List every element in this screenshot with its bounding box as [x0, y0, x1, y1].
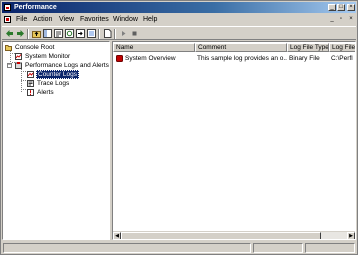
- back-arrow-icon[interactable]: [5, 29, 14, 38]
- scroll-right-button[interactable]: ▶: [347, 232, 355, 239]
- menu-favorites[interactable]: Favorites: [80, 15, 109, 24]
- tree-item-label: Trace Logs: [37, 80, 70, 87]
- column-header-name[interactable]: Name: [113, 43, 195, 52]
- tree-item-label-selected: Counter Logs: [36, 70, 80, 79]
- tree-item-counter-logs[interactable]: Counter Logs: [3, 70, 109, 79]
- window-title: Performance: [14, 4, 57, 11]
- trace-logs-icon: [27, 80, 34, 87]
- folder-icon: [5, 45, 12, 51]
- tree-item-console-root[interactable]: Console Root: [3, 43, 109, 52]
- status-pane-tertiary: [305, 243, 355, 253]
- status-bar: [2, 242, 356, 254]
- show-hide-tree-icon[interactable]: [43, 29, 52, 38]
- mdi-close-button[interactable]: ×: [347, 16, 355, 23]
- results-list: Name Comment Log File Type Log File Syst…: [112, 41, 356, 240]
- toolbar-separator: [98, 29, 100, 39]
- properties-icon[interactable]: [54, 29, 63, 38]
- new-log-icon[interactable]: [103, 29, 112, 38]
- scroll-thumb[interactable]: [121, 232, 321, 239]
- column-header-log-file[interactable]: Log File: [329, 43, 355, 52]
- export-list-icon[interactable]: [76, 29, 85, 38]
- list-cell-name: System Overview: [125, 55, 176, 62]
- list-cell-type: Binary File: [289, 55, 320, 62]
- tree-item-label: Console Root: [15, 44, 55, 51]
- menu-bar: File Action View Favorites Window Help _…: [2, 14, 356, 25]
- counter-logs-icon: [27, 71, 34, 78]
- collapse-expander-icon[interactable]: −: [7, 63, 12, 68]
- alerts-icon: [27, 89, 34, 96]
- mdi-minimize-button[interactable]: _: [328, 16, 336, 23]
- tree-item-label: Performance Logs and Alerts: [25, 62, 109, 69]
- app-icon: [4, 4, 11, 11]
- performance-window: Performance _ □ × File Action View Favor…: [0, 0, 358, 255]
- tree-item-trace-logs[interactable]: Trace Logs: [3, 79, 109, 88]
- scroll-left-button[interactable]: ◀: [113, 232, 121, 239]
- horizontal-scrollbar[interactable]: ◀ ▶: [113, 231, 355, 239]
- console-tree: Console Root System Monitor − Performanc…: [2, 41, 110, 240]
- menu-action[interactable]: Action: [33, 15, 52, 24]
- stop-log-icon[interactable]: [130, 29, 139, 38]
- tree-item-label: Alerts: [37, 89, 54, 96]
- toolbar-separator: [114, 29, 116, 39]
- toolbar: [2, 26, 356, 40]
- forward-arrow-icon[interactable]: [16, 29, 25, 38]
- toolbar-separator: [27, 29, 29, 39]
- tree-item-label: System Monitor: [25, 53, 71, 60]
- menu-help[interactable]: Help: [143, 15, 157, 24]
- start-log-icon[interactable]: [119, 29, 128, 38]
- minimize-button[interactable]: _: [328, 4, 336, 11]
- status-pane-secondary: [253, 243, 303, 253]
- status-pane-main: [3, 243, 251, 253]
- maximize-button[interactable]: □: [337, 4, 345, 11]
- column-header-log-file-type[interactable]: Log File Type: [287, 43, 329, 52]
- refresh-icon[interactable]: [65, 29, 74, 38]
- tree-item-alerts[interactable]: Alerts: [3, 88, 109, 97]
- log-stopped-icon: [116, 55, 123, 62]
- menu-file[interactable]: File: [16, 15, 27, 24]
- close-button[interactable]: ×: [347, 4, 355, 11]
- performance-logs-icon: [15, 62, 22, 69]
- list-cell-file: C:\Perfl: [331, 55, 353, 62]
- menu-view[interactable]: View: [59, 15, 74, 24]
- up-folder-icon[interactable]: [32, 29, 41, 38]
- tree-item-performance-logs-and-alerts[interactable]: − Performance Logs and Alerts: [3, 61, 109, 70]
- column-header-comment[interactable]: Comment: [195, 43, 287, 52]
- console-icon[interactable]: [4, 16, 11, 23]
- list-cell-comment: This sample log provides an o...: [197, 55, 287, 62]
- menu-window[interactable]: Window: [113, 15, 138, 24]
- tree-item-system-monitor[interactable]: System Monitor: [3, 52, 109, 61]
- system-monitor-icon: [15, 53, 22, 60]
- mdi-restore-button[interactable]: ▫: [337, 16, 345, 23]
- title-bar[interactable]: Performance _ □ ×: [2, 2, 356, 13]
- help-icon[interactable]: [87, 29, 96, 38]
